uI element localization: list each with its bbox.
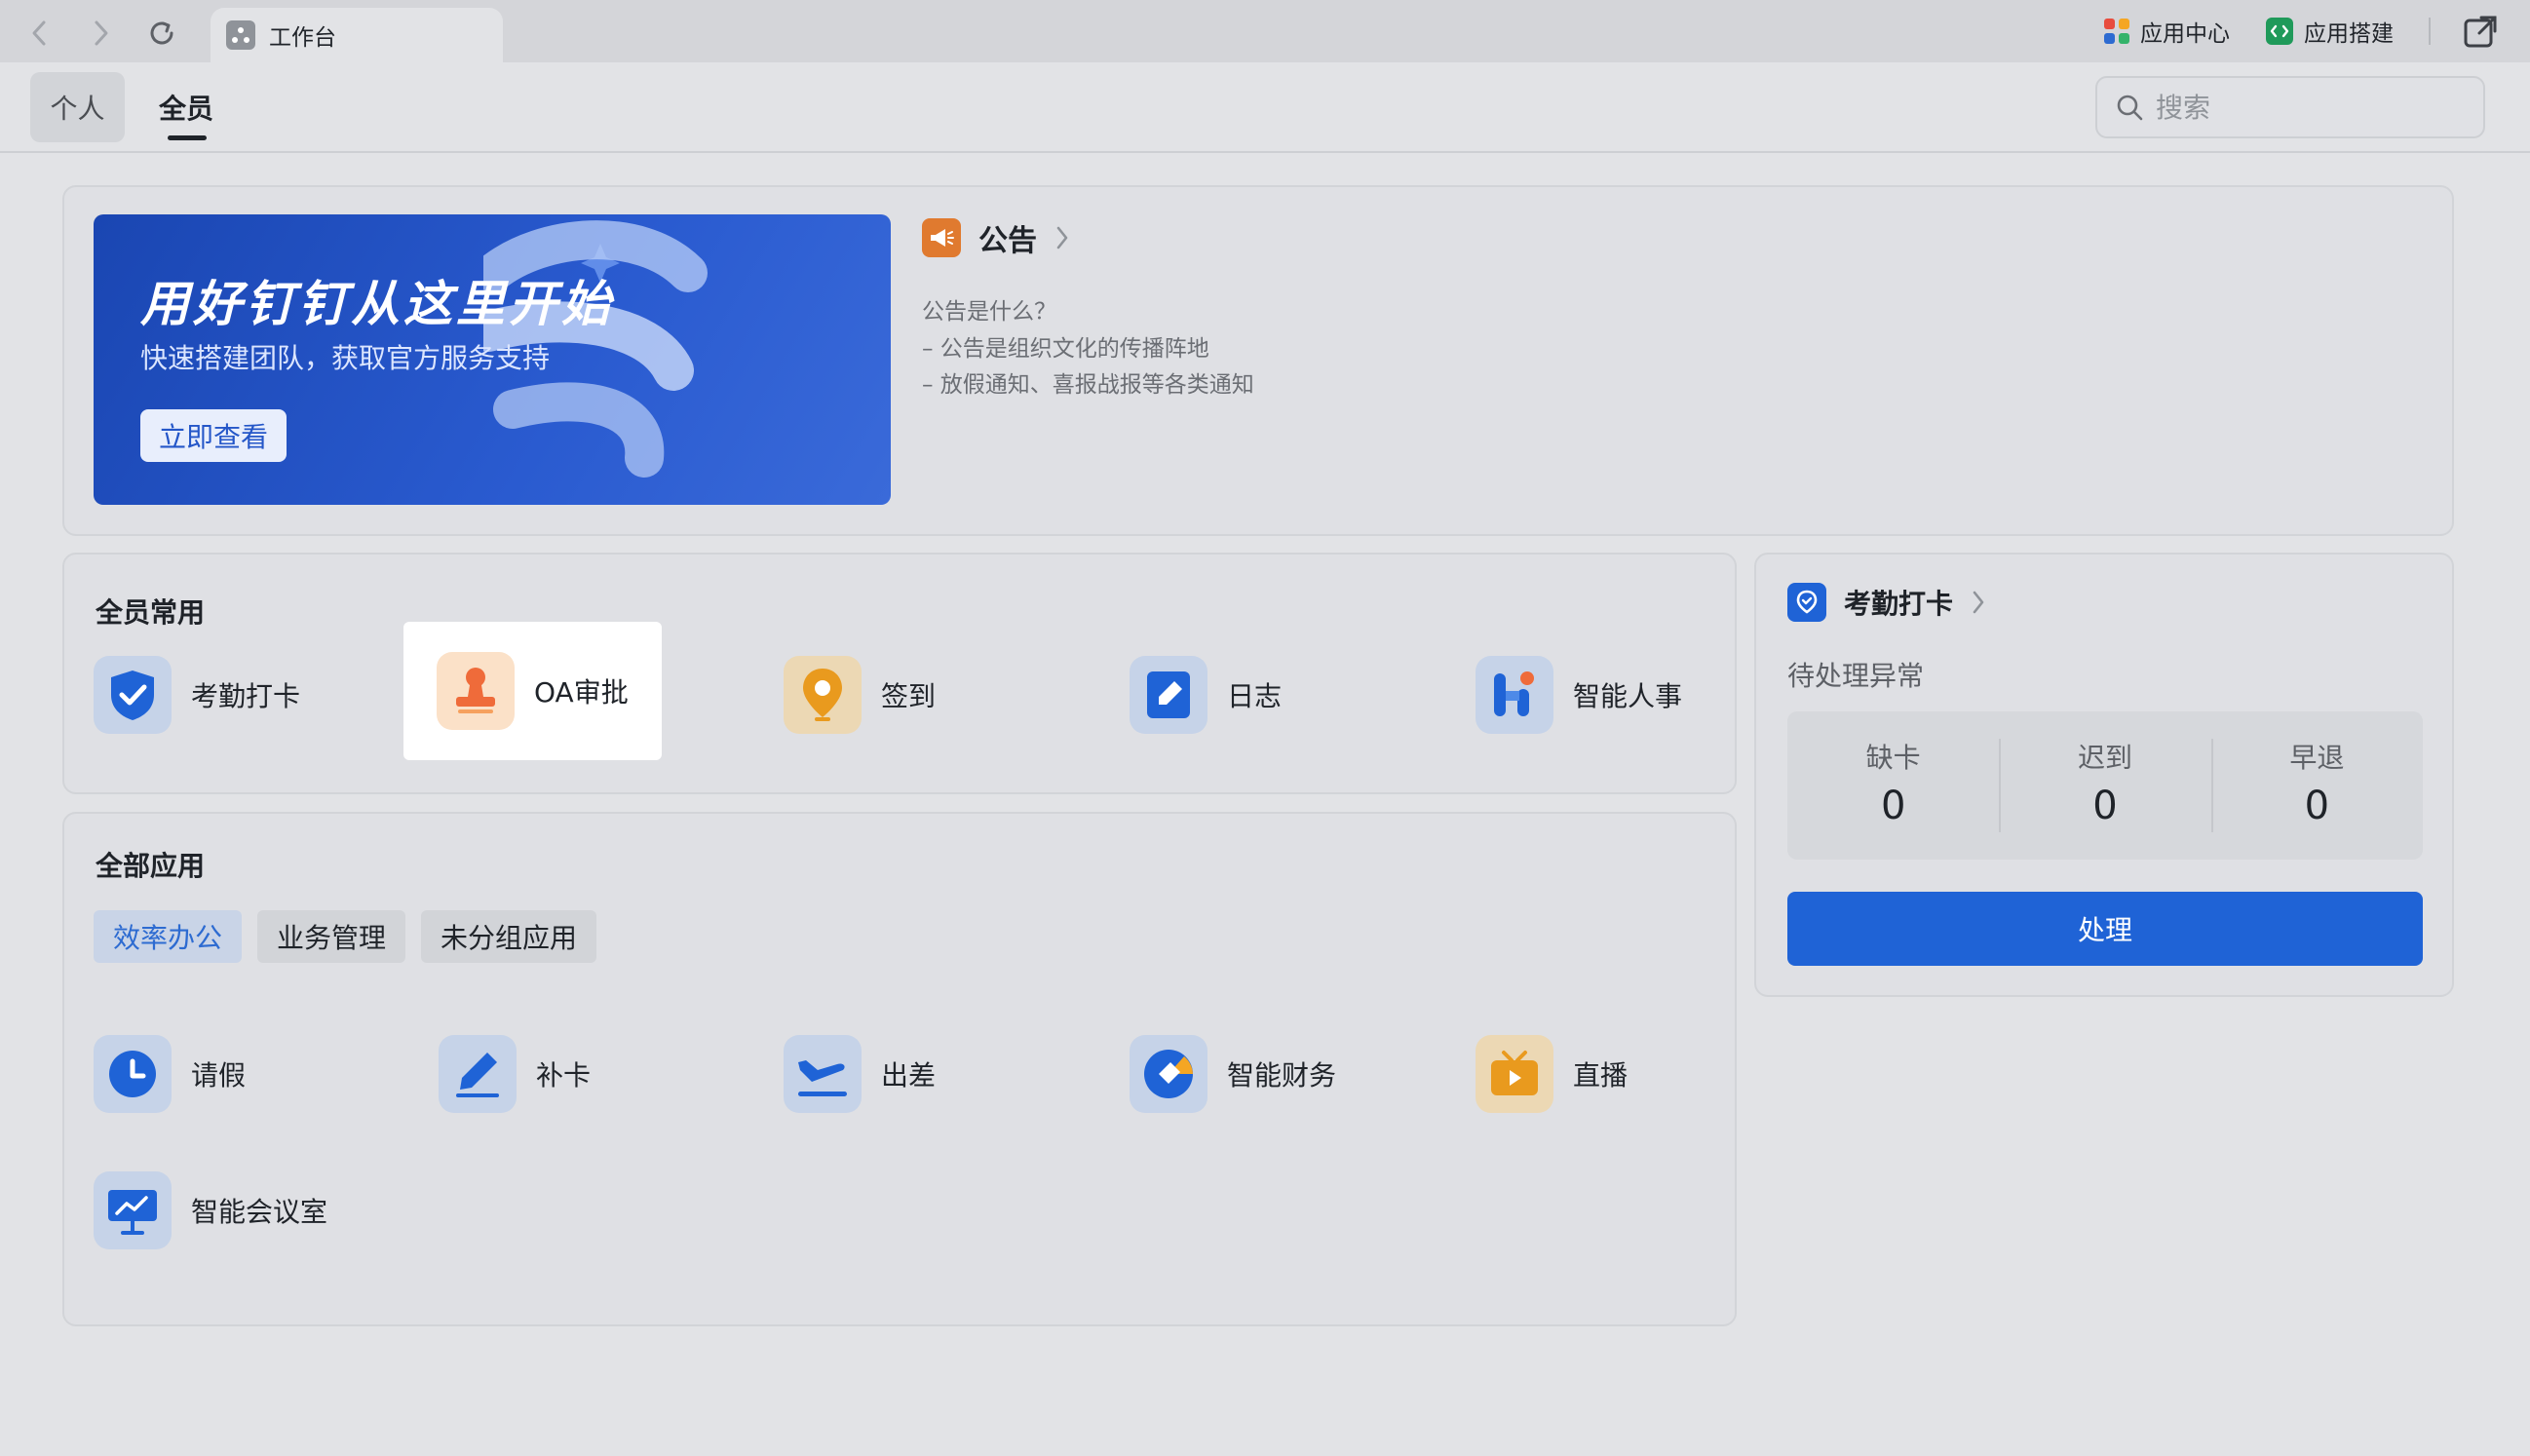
- tv-play-icon: [1476, 1035, 1553, 1113]
- app-label: 考勤打卡: [191, 680, 301, 712]
- tab-all-members[interactable]: 全员: [146, 72, 226, 142]
- app-builder-label: 应用搭建: [2304, 21, 2394, 47]
- banner-subtitle: 快速搭建团队，获取官方服务支持: [140, 342, 551, 374]
- app-smart-finance[interactable]: 智能财务: [1130, 1035, 1336, 1113]
- tab-all-members-label: 全员: [158, 93, 213, 125]
- notice-line: – 公告是组织文化的传播阵地: [922, 336, 1209, 362]
- stat-value: 0: [2304, 784, 2330, 828]
- app-builder-link[interactable]: 应用搭建: [2265, 14, 2394, 49]
- meeting-board-icon: [94, 1171, 172, 1249]
- app-label: 智能财务: [1227, 1059, 1337, 1092]
- hr-icon: [1476, 656, 1553, 734]
- notebook-icon: [1130, 656, 1208, 734]
- stat-missing-punch[interactable]: 缺卡 0: [1787, 711, 1999, 860]
- chevron-left-icon: [32, 20, 46, 46]
- pending-exceptions-label: 待处理异常: [1787, 660, 1925, 692]
- app-label: 出差: [881, 1059, 937, 1092]
- active-tab-indicator: [168, 135, 207, 140]
- app-punch-correction[interactable]: 补卡: [439, 1035, 591, 1113]
- app-label: 日志: [1227, 680, 1283, 712]
- promo-banner[interactable]: 用好钉钉从这里开始 快速搭建团队，获取官方服务支持 立即查看: [94, 214, 891, 505]
- common-apps-title: 全员常用: [96, 596, 206, 629]
- stat-label: 迟到: [2077, 742, 2132, 774]
- banner-title: 用好钉钉从这里开始: [140, 276, 614, 332]
- tab-personal[interactable]: 个人: [30, 72, 125, 142]
- stat-label: 早退: [2289, 742, 2345, 774]
- chip-ungrouped-apps[interactable]: 未分组应用: [421, 910, 596, 963]
- search-box[interactable]: [2095, 76, 2485, 138]
- stat-value: 0: [2092, 784, 2118, 828]
- stat-late[interactable]: 迟到 0: [1999, 711, 2210, 860]
- process-button[interactable]: 处理: [1787, 892, 2423, 966]
- app-business-trip[interactable]: 出差: [784, 1035, 936, 1113]
- app-label: 智能人事: [1573, 680, 1683, 712]
- workbench-icon: [226, 20, 255, 50]
- refresh-button[interactable]: [144, 16, 179, 51]
- attendance-header[interactable]: 考勤打卡: [1787, 583, 1986, 622]
- chevron-right-icon: [1056, 226, 1068, 249]
- megaphone-icon: [922, 218, 961, 257]
- app-leave[interactable]: 请假: [94, 1035, 246, 1113]
- stat-label: 缺卡: [1865, 742, 1921, 774]
- chevron-right-icon: [95, 20, 108, 46]
- tab-workbench[interactable]: 工作台: [211, 8, 503, 62]
- app-label: 直播: [1573, 1059, 1629, 1092]
- all-apps-title: 全部应用: [96, 850, 206, 882]
- app-center-link[interactable]: 应用中心: [2103, 14, 2230, 49]
- refresh-icon: [150, 21, 173, 45]
- tab-title: 工作台: [269, 25, 336, 51]
- clock-icon: [94, 1035, 172, 1113]
- notice-line: 公告是什么？: [922, 299, 1056, 325]
- app-smart-meeting-room[interactable]: 智能会议室: [94, 1171, 327, 1249]
- code-box-icon: [2266, 18, 2293, 45]
- app-check-in[interactable]: 签到: [784, 656, 936, 734]
- app-label: 智能会议室: [191, 1196, 328, 1228]
- view-now-button[interactable]: 立即查看: [140, 409, 287, 462]
- airplane-icon: [784, 1035, 862, 1113]
- app-center-label: 应用中心: [2140, 21, 2230, 47]
- location-shield-icon: [1787, 583, 1826, 622]
- open-external-button[interactable]: [2462, 14, 2499, 51]
- search-icon: [2117, 95, 2143, 121]
- check-shield-icon: [94, 656, 172, 734]
- app-label: 补卡: [536, 1059, 592, 1092]
- app-label: 请假: [191, 1059, 247, 1092]
- search-input[interactable]: [2156, 91, 2468, 124]
- workbench-header: 个人 全员: [0, 62, 2530, 153]
- external-window-icon: [2464, 16, 2497, 48]
- pen-icon: [439, 1035, 517, 1113]
- attendance-stats: 缺卡 0 迟到 0 早退 0: [1787, 711, 2423, 860]
- stat-value: 0: [1880, 784, 1906, 828]
- forward-button[interactable]: [84, 16, 119, 51]
- stamp-icon: [437, 652, 515, 730]
- app-journal[interactable]: 日志: [1130, 656, 1282, 734]
- app-label: 签到: [881, 680, 937, 712]
- stat-early-leave[interactable]: 早退 0: [2210, 711, 2423, 860]
- attendance-title: 考勤打卡: [1844, 588, 1954, 620]
- divider: [2429, 18, 2431, 45]
- app-oa-approval[interactable]: OA审批: [403, 622, 662, 760]
- chip-efficiency-office[interactable]: 效率办公: [94, 910, 242, 963]
- back-button[interactable]: [21, 16, 57, 51]
- app-grid-icon: [2104, 19, 2129, 44]
- notice-line: – 放假通知、喜报战报等各类通知: [922, 372, 1254, 398]
- notice-title: 公告: [978, 224, 1037, 258]
- app-live-stream[interactable]: 直播: [1476, 1035, 1628, 1113]
- app-label: OA审批: [534, 676, 629, 709]
- chip-business-management[interactable]: 业务管理: [257, 910, 405, 963]
- chevron-right-icon: [1973, 591, 1984, 614]
- finance-icon: [1130, 1035, 1208, 1113]
- app-attendance[interactable]: 考勤打卡: [94, 656, 300, 734]
- notice-header[interactable]: 公告: [922, 216, 1070, 259]
- app-smart-hr[interactable]: 智能人事: [1476, 656, 1682, 734]
- title-bar: 工作台 应用中心 应用搭建: [0, 0, 2530, 62]
- location-pin-icon: [784, 656, 862, 734]
